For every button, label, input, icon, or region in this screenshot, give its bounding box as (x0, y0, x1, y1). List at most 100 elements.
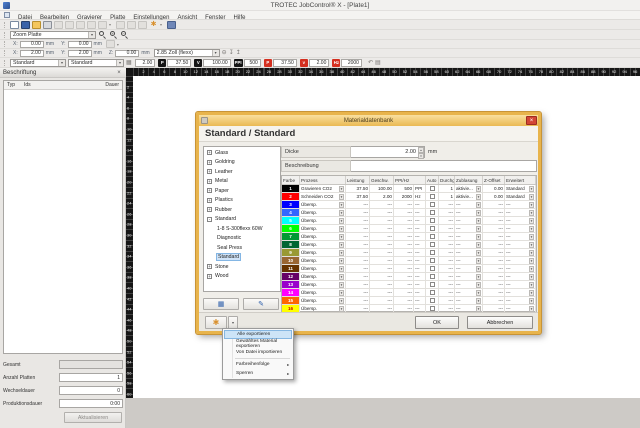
advanced-select[interactable]: ---▾ (505, 281, 536, 288)
expand-icon[interactable]: + (207, 160, 212, 165)
job-z-field[interactable]: 0.00 (115, 50, 139, 57)
new-file-icon[interactable] (10, 21, 19, 29)
description-field[interactable] (351, 160, 537, 172)
power-cell[interactable]: --- (346, 249, 370, 256)
z-offset-cell[interactable]: --- (483, 297, 505, 304)
align-icon[interactable] (98, 21, 107, 29)
air-assist-select[interactable]: ---▾ (455, 201, 483, 208)
passes-cell[interactable]: --- (439, 289, 455, 296)
color-chip[interactable]: 15 (282, 297, 300, 304)
cancel-button[interactable]: Abbrechen (467, 316, 533, 329)
z-offset-cell[interactable]: --- (483, 273, 505, 280)
material-combo[interactable]: Standard ▾ (68, 59, 124, 67)
job-x-field[interactable]: 2.00 (20, 50, 44, 57)
expand-icon[interactable]: + (207, 188, 212, 193)
ppi-hz-cell[interactable]: --- (394, 273, 414, 280)
move-down-icon[interactable] (65, 21, 74, 29)
color-chip[interactable]: 8 (282, 241, 300, 248)
summary-value[interactable]: 0:00 (59, 399, 123, 408)
menu-item-farbreihenfolge[interactable]: Farbreihenfolge► (224, 360, 292, 369)
passes-cell[interactable]: --- (439, 233, 455, 240)
color-chip[interactable]: 12 (282, 273, 300, 280)
passes-cell[interactable]: --- (439, 257, 455, 264)
speed-cell[interactable]: --- (370, 289, 394, 296)
x-position-field[interactable]: 0.00 (20, 41, 44, 48)
zoom-icon[interactable] (99, 31, 106, 38)
new-material-button[interactable]: ▦ (203, 298, 239, 310)
thickness-field-field[interactable]: 2.00 (135, 59, 156, 67)
zoom-out-icon[interactable]: − (121, 31, 128, 38)
advanced-select[interactable]: ---▾ (505, 233, 536, 240)
z-offset-cell[interactable]: --- (483, 305, 505, 312)
power-cell[interactable]: --- (346, 265, 370, 272)
tree-item-rubber[interactable]: +Rubber (204, 205, 280, 215)
passes-cell[interactable]: --- (439, 297, 455, 304)
focus-up-icon[interactable]: ↥ (236, 49, 241, 57)
advanced-select[interactable]: ---▾ (505, 201, 536, 208)
air-assist-select[interactable]: aktivie...▾ (455, 185, 483, 192)
thickness-spinner[interactable]: ▴ ▾ (418, 147, 424, 157)
power-cell[interactable]: --- (346, 289, 370, 296)
dialog-titlebar[interactable]: Materialdatenbank (199, 115, 538, 126)
duplicate-icon[interactable] (76, 21, 85, 29)
menu-item-sperren[interactable]: Sperren► (224, 369, 292, 378)
passes-cell[interactable]: --- (439, 281, 455, 288)
chevron-down-icon[interactable]: ▾ (88, 32, 95, 38)
process-select[interactable]: Übersp.▾ (300, 281, 346, 288)
passes-cell[interactable]: --- (439, 225, 455, 232)
tree-item-paper[interactable]: +Paper (204, 186, 280, 196)
advanced-select[interactable]: ---▾ (505, 265, 536, 272)
summary-value[interactable]: 0 (59, 386, 123, 395)
auto-checkbox[interactable] (430, 274, 435, 279)
color-chip[interactable]: 5 (282, 217, 300, 224)
print-icon[interactable] (43, 21, 52, 29)
auto-checkbox[interactable] (430, 306, 435, 311)
toolbar-handle[interactable] (4, 60, 5, 66)
advanced-select[interactable]: ---▾ (505, 305, 536, 312)
ok-button[interactable]: OK (415, 316, 459, 329)
ppi-hz-cell[interactable]: --- (394, 289, 414, 296)
save-material-icon[interactable]: ▤ (375, 59, 381, 67)
expand-icon[interactable]: + (207, 179, 212, 184)
power-cell[interactable]: 37.50 (346, 185, 370, 192)
expand-icon[interactable]: + (207, 264, 212, 269)
ppi-hz-cell[interactable]: --- (394, 265, 414, 272)
material-grid-icon[interactable]: ▦ (126, 59, 132, 67)
advanced-select[interactable]: ---▾ (505, 217, 536, 224)
passes-cell[interactable]: --- (439, 217, 455, 224)
expand-icon[interactable]: + (207, 169, 212, 174)
tree-item-seal-press[interactable]: Seal Press (204, 243, 280, 253)
passes-cell[interactable]: 1 (439, 193, 455, 200)
tree-item-standard[interactable]: Standard (204, 253, 280, 263)
color-chip[interactable]: 16 (282, 305, 300, 312)
open-file-icon[interactable] (32, 21, 41, 29)
chevron-down-icon[interactable]: ▾ (212, 50, 219, 56)
tree-item-stone[interactable]: +Stone (204, 262, 280, 272)
passes-cell[interactable]: --- (439, 241, 455, 248)
focus-down-icon[interactable]: ↧ (229, 49, 234, 57)
power-cell[interactable]: --- (346, 217, 370, 224)
ppi-hz-cell[interactable]: --- (394, 257, 414, 264)
lens-combo[interactable]: 2.85 Zoll (flexx) ▾ (154, 49, 220, 57)
color-chip[interactable]: 10 (282, 257, 300, 264)
speed-cell[interactable]: --- (370, 249, 394, 256)
advanced-select[interactable]: ---▾ (505, 249, 536, 256)
ppi-hz-cell[interactable]: --- (394, 217, 414, 224)
color-chip[interactable]: 14 (282, 289, 300, 296)
passes-cell[interactable]: 1 (439, 185, 455, 192)
speed-cell[interactable]: --- (370, 305, 394, 312)
air-assist-select[interactable]: ---▾ (455, 225, 483, 232)
job-list[interactable]: TypIdsDauer (3, 80, 123, 354)
color-chip[interactable]: 6 (282, 225, 300, 232)
summary-value[interactable]: 1 (59, 373, 123, 382)
air-assist-select[interactable]: ---▾ (455, 281, 483, 288)
speed-cell[interactable]: --- (370, 265, 394, 272)
passes-cell[interactable]: --- (439, 209, 455, 216)
air-assist-select[interactable]: ---▾ (455, 297, 483, 304)
auto-checkbox[interactable] (430, 242, 435, 247)
air-assist-select[interactable]: ---▾ (455, 273, 483, 280)
tree-item-1-8-s-300flexx-60w[interactable]: 1-8 S-300flexx 60W (204, 224, 280, 234)
process-select[interactable]: Gravieren CO2▾ (300, 185, 346, 192)
thickness-field[interactable]: 2.00 ▴ ▾ (351, 146, 425, 158)
collapse-icon[interactable]: - (207, 217, 212, 222)
